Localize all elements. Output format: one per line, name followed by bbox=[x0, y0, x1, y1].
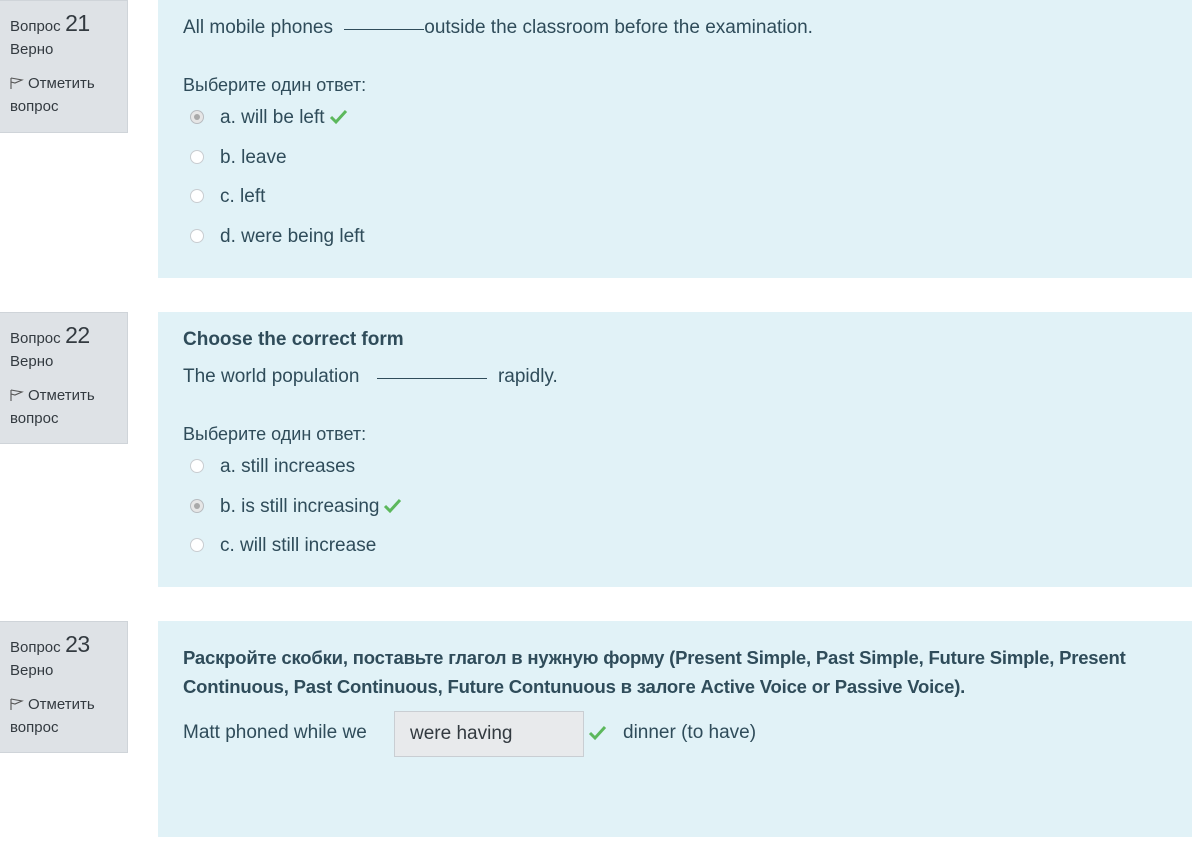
radio-button[interactable] bbox=[190, 229, 204, 243]
question-content: Choose the correct form The world popula… bbox=[158, 312, 1192, 587]
radio-button[interactable] bbox=[190, 499, 204, 513]
check-icon bbox=[588, 725, 607, 741]
question-23: Вопрос 23 Верно Отметить вопрос Раскройт… bbox=[0, 621, 1192, 837]
flag-icon bbox=[10, 77, 24, 89]
question-text-after: rapidly. bbox=[497, 366, 558, 387]
question-number-value: 22 bbox=[65, 322, 90, 348]
question-text-before: The world population bbox=[183, 366, 360, 387]
question-content: Раскройте скобки, поставьте глагол в нуж… bbox=[158, 621, 1192, 837]
answer-prompt: Выберите один ответ: bbox=[183, 75, 367, 95]
check-icon bbox=[384, 498, 402, 514]
question-number-value: 23 bbox=[65, 631, 90, 657]
question-22: Вопрос 22 Верно Отметить вопрос Choose t… bbox=[0, 312, 1192, 587]
flag-icon bbox=[10, 698, 24, 710]
question-label: Вопрос bbox=[10, 330, 61, 347]
answer-blank bbox=[344, 28, 425, 30]
answer-label: c. left bbox=[220, 186, 266, 207]
question-number: Вопрос 23 bbox=[10, 630, 127, 658]
question-state: Верно bbox=[10, 41, 54, 58]
flag-icon bbox=[10, 389, 24, 401]
radio-button[interactable] bbox=[190, 459, 204, 473]
question-info: Вопрос 23 Верно Отметить вопрос bbox=[0, 621, 128, 753]
answer-label: c. will still increase bbox=[220, 535, 377, 556]
question-title-line-2: Continuous, Past Continuous, Future Cont… bbox=[183, 676, 966, 697]
check-icon bbox=[329, 109, 347, 125]
answer-label: d. were being left bbox=[220, 226, 365, 247]
answer-input[interactable]: were having bbox=[394, 711, 584, 757]
question-info: Вопрос 22 Верно Отметить вопрос bbox=[0, 312, 128, 444]
question-text-after: dinner (to have) bbox=[623, 722, 757, 743]
question-number: Вопрос 21 bbox=[10, 9, 127, 37]
question-label: Вопрос bbox=[10, 18, 61, 35]
answer-label: b. is still increasing bbox=[220, 496, 380, 517]
question-text: All mobile phones outside the classroom … bbox=[183, 17, 813, 39]
question-number: Вопрос 22 bbox=[10, 321, 127, 349]
question-state: Верно bbox=[10, 662, 54, 679]
radio-button[interactable] bbox=[190, 538, 204, 552]
question-text-before: All mobile phones bbox=[183, 17, 333, 38]
answer-label: a. still increases bbox=[220, 456, 356, 477]
question-text-after: outside the classroom before the examina… bbox=[424, 17, 813, 38]
question-label: Вопрос bbox=[10, 639, 61, 656]
question-state: Верно bbox=[10, 353, 54, 370]
question-number-value: 21 bbox=[65, 10, 90, 36]
answer-label: b. leave bbox=[220, 147, 287, 168]
flag-question-button[interactable]: Отметить вопрос bbox=[10, 384, 127, 430]
answer-blank bbox=[376, 377, 487, 379]
question-content: All mobile phones outside the classroom … bbox=[158, 0, 1192, 278]
radio-button[interactable] bbox=[190, 189, 204, 203]
radio-button[interactable] bbox=[190, 150, 204, 164]
question-title-line-1: Раскройте скобки, поставьте глагол в нуж… bbox=[183, 647, 1126, 668]
question-21: Вопрос 21 Верно Отметить вопрос All mobi… bbox=[0, 0, 1192, 278]
question-text: The world population rapidly. bbox=[183, 366, 558, 388]
question-info: Вопрос 21 Верно Отметить вопрос bbox=[0, 0, 128, 133]
question-text-before: Matt phoned while we bbox=[183, 722, 367, 743]
question-title: Choose the correct form bbox=[183, 329, 404, 350]
answer-label: a. will be left bbox=[220, 107, 325, 128]
answer-prompt: Выберите один ответ: bbox=[183, 424, 367, 444]
flag-question-button[interactable]: Отметить вопрос bbox=[10, 693, 127, 739]
flag-question-button[interactable]: Отметить вопрос bbox=[10, 72, 127, 118]
radio-button[interactable] bbox=[190, 110, 204, 124]
